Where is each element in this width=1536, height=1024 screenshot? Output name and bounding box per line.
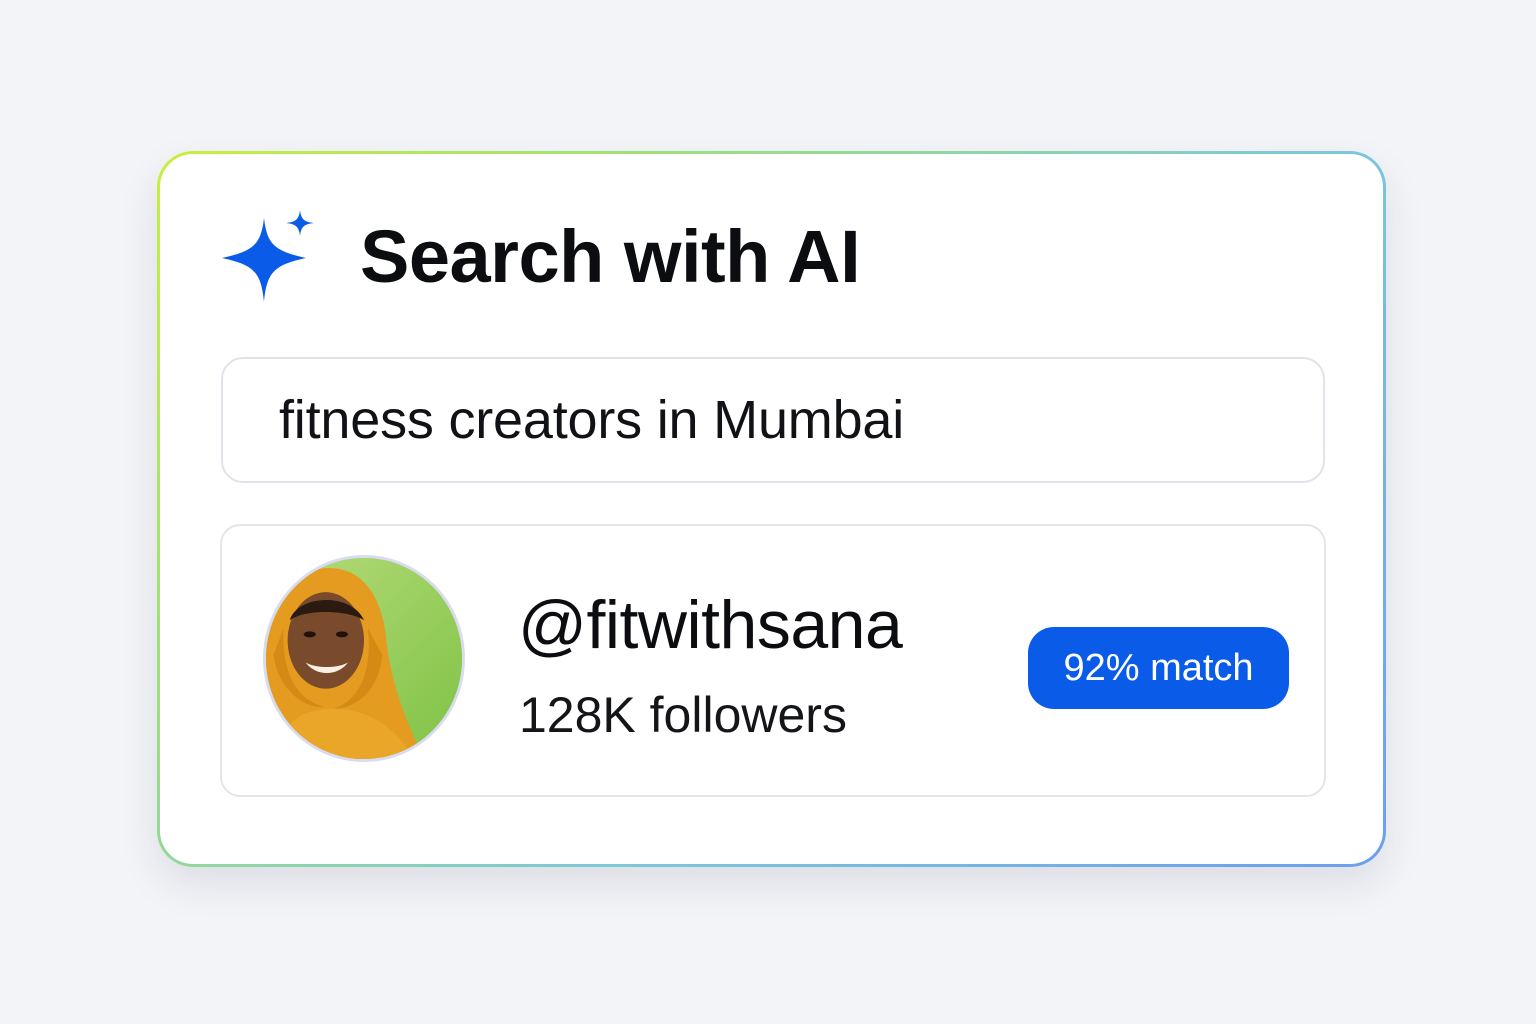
card-header: Search with AI [222, 208, 861, 304]
creator-result-card[interactable]: @fitwithsana 128K followers 92% match [220, 524, 1326, 797]
avatar-photo [266, 558, 462, 759]
search-query-text: fitness creators in Mumbai [279, 390, 905, 450]
page-title: Search with AI [360, 214, 861, 298]
creator-handle[interactable]: @fitwithsana [518, 586, 903, 664]
ai-search-card: Search with AI fitness creators in Mumba… [160, 154, 1383, 864]
avatar [263, 555, 465, 762]
search-input[interactable]: fitness creators in Mumbai [221, 357, 1325, 483]
ai-search-card-border: Search with AI fitness creators in Mumba… [157, 151, 1386, 867]
page: Search with AI fitness creators in Mumba… [0, 0, 1536, 1024]
sparkle-icon [222, 210, 314, 302]
follower-count: 128K followers [519, 687, 847, 743]
match-badge: 92% match [1028, 627, 1289, 709]
